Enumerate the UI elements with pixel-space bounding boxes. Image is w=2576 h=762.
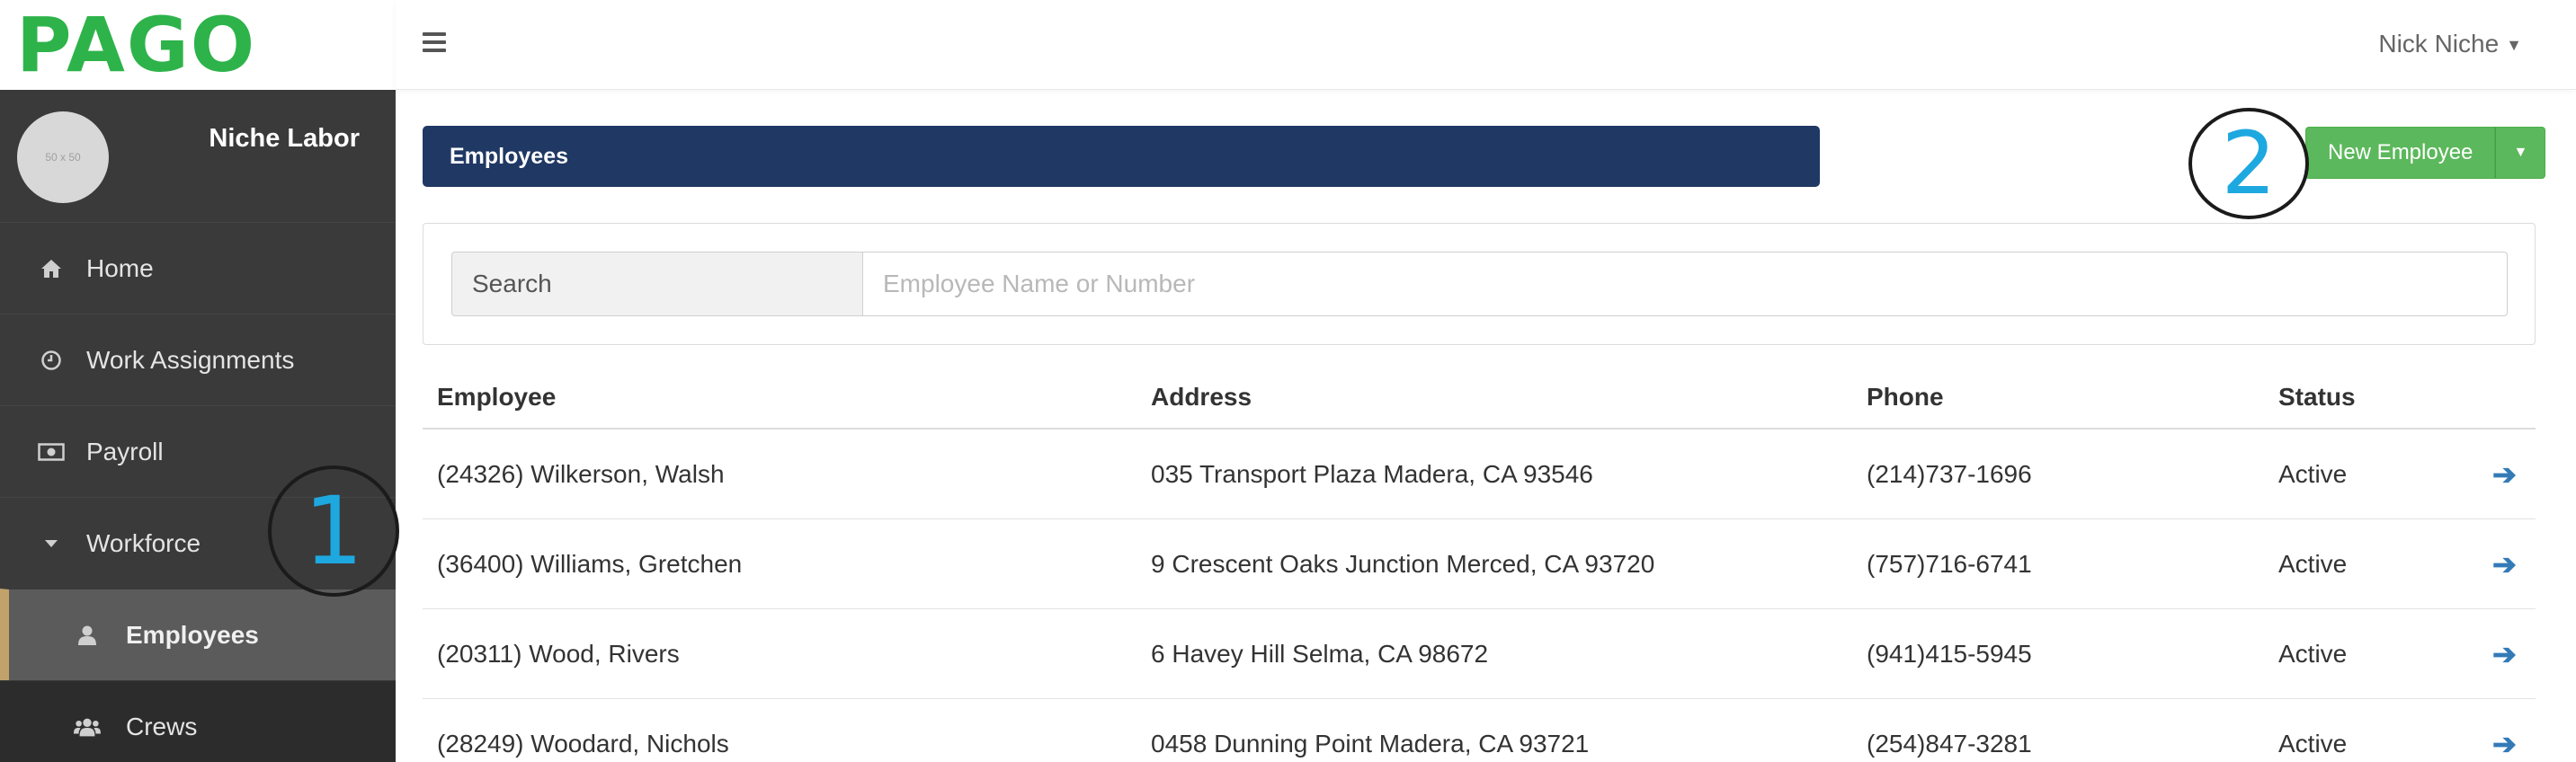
cell-status: Active xyxy=(2278,550,2348,578)
new-employee-button-group: New Employee ▼ xyxy=(2305,127,2546,179)
search-label: Search xyxy=(451,252,863,316)
company-name: Niche Labor xyxy=(209,124,360,153)
sidebar-item-home[interactable]: Home xyxy=(0,222,396,314)
column-header-employee[interactable]: Employee xyxy=(437,372,556,422)
cell-employee: (24326) Wilkerson, Walsh xyxy=(437,460,725,488)
annotation-marker-label: 2 xyxy=(2221,113,2277,214)
cell-employee: (36400) Williams, Gretchen xyxy=(437,550,743,578)
sidebar-item-label: Payroll xyxy=(86,437,164,465)
sidebar-item-label: Work Assignments xyxy=(86,345,295,374)
column-header-status[interactable]: Status xyxy=(2278,372,2356,422)
table-row[interactable]: (20311) Wood, Rivers 6 Havey Hill Selma,… xyxy=(423,609,2536,699)
new-employee-dropdown-toggle[interactable]: ▼ xyxy=(2495,127,2546,179)
cell-phone: (254)847-3281 xyxy=(1867,730,2032,758)
arrow-right-icon[interactable]: ➔ xyxy=(2492,519,2517,609)
sidebar-item-label: Crews xyxy=(126,712,198,740)
sidebar-item-label: Employees xyxy=(126,620,259,649)
table-header: Employee Address Phone Status xyxy=(423,372,2536,430)
cell-phone: (214)737-1696 xyxy=(1867,460,2032,488)
cell-address: 6 Havey Hill Selma, CA 98672 xyxy=(1151,640,1489,668)
cell-status: Active xyxy=(2278,640,2348,668)
cell-phone: (757)716-6741 xyxy=(1867,550,2032,578)
home-icon xyxy=(38,259,65,279)
cell-status: Active xyxy=(2278,730,2348,758)
sidebar: PAGO 50 x 50 Niche Labor Home Work Assig… xyxy=(0,0,396,762)
annotation-marker-1: 1 xyxy=(268,465,399,597)
sidebar-item-work-assignments[interactable]: Work Assignments xyxy=(0,314,396,405)
clock-icon xyxy=(38,350,65,371)
cell-employee: (28249) Woodard, Nichols xyxy=(437,730,729,758)
sidebar-item-employees[interactable]: Employees xyxy=(0,589,396,680)
column-header-phone[interactable]: Phone xyxy=(1867,372,1944,422)
cell-phone: (941)415-5945 xyxy=(1867,640,2032,668)
annotation-marker-2: 2 xyxy=(2188,108,2309,219)
cell-address: 9 Crescent Oaks Junction Merced, CA 9372… xyxy=(1151,550,1655,578)
user-icon xyxy=(74,625,101,645)
user-name: Nick Niche xyxy=(2378,30,2500,58)
arrow-right-icon[interactable]: ➔ xyxy=(2492,430,2517,519)
avatar[interactable]: 50 x 50 xyxy=(17,111,109,203)
sidebar-item-crews[interactable]: Crews xyxy=(0,680,396,762)
table-row[interactable]: (36400) Williams, Gretchen 9 Crescent Oa… xyxy=(423,519,2536,609)
search-panel: Search xyxy=(423,223,2536,345)
caret-down-icon xyxy=(38,539,65,548)
caret-down-icon: ▼ xyxy=(2506,36,2522,55)
money-icon xyxy=(38,442,65,461)
table-row[interactable]: (28249) Woodard, Nichols 0458 Dunning Po… xyxy=(423,699,2536,762)
arrow-right-icon[interactable]: ➔ xyxy=(2492,699,2517,762)
users-icon xyxy=(74,717,101,737)
cell-status: Active xyxy=(2278,460,2348,488)
cell-address: 0458 Dunning Point Madera, CA 93721 xyxy=(1151,730,1590,758)
employees-table: Employee Address Phone Status (24326) Wi… xyxy=(423,372,2536,762)
sidebar-item-label: Workforce xyxy=(86,528,201,557)
search-input[interactable] xyxy=(862,252,2508,316)
table-row[interactable]: (24326) Wilkerson, Walsh 035 Transport P… xyxy=(423,430,2536,519)
annotation-marker-label: 1 xyxy=(303,476,364,586)
column-header-address[interactable]: Address xyxy=(1151,372,1252,422)
avatar-placeholder-text: 50 x 50 xyxy=(45,151,81,164)
logo-text: PAGO xyxy=(16,1,257,89)
cell-address: 035 Transport Plaza Madera, CA 93546 xyxy=(1151,460,1593,488)
page-title: Employees xyxy=(423,126,1820,187)
hamburger-menu-icon[interactable] xyxy=(423,32,446,52)
caret-down-icon: ▼ xyxy=(2513,145,2528,160)
top-bar: Nick Niche ▼ xyxy=(396,0,2576,90)
new-employee-button[interactable]: New Employee xyxy=(2305,127,2496,179)
cell-employee: (20311) Wood, Rivers xyxy=(437,640,680,668)
logo[interactable]: PAGO xyxy=(0,0,396,90)
arrow-right-icon[interactable]: ➔ xyxy=(2492,609,2517,699)
sidebar-item-label: Home xyxy=(86,253,154,282)
user-menu[interactable]: Nick Niche ▼ xyxy=(2378,30,2522,58)
